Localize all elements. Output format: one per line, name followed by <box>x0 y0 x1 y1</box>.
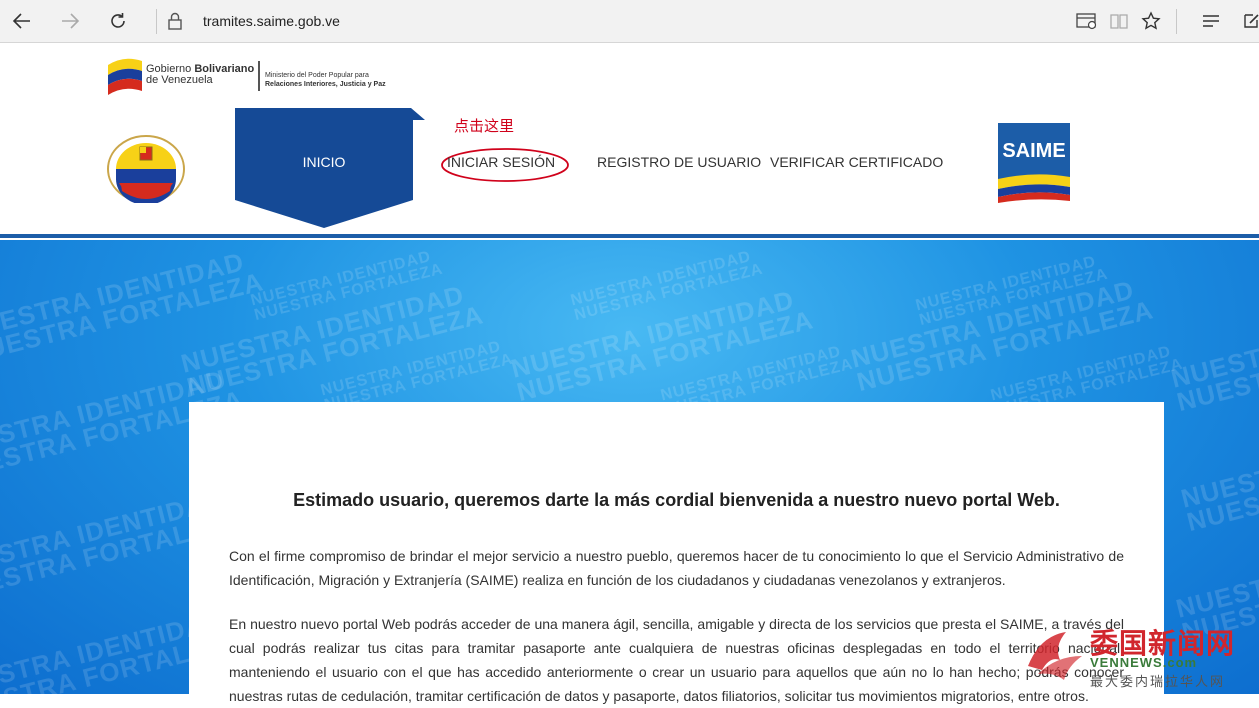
vennews-caption: 最大委内瑞拉华人网 <box>1090 674 1226 689</box>
welcome-card: Estimado usuario, queremos darte la más … <box>189 402 1164 704</box>
gov-name-line2: de Venezuela <box>146 74 213 86</box>
nav-verificar-certificado[interactable]: VERIFICAR CERTIFICADO <box>770 154 943 170</box>
header-divider-line <box>0 234 1259 239</box>
nav-inicio[interactable]: INICIO <box>235 154 413 170</box>
address-bar[interactable]: tramites.saime.gob.ve <box>203 13 340 29</box>
forward-arrow-icon[interactable] <box>55 6 85 36</box>
logo-divider <box>258 61 260 91</box>
favorite-star-icon[interactable] <box>1136 6 1166 36</box>
ministry-name: Ministerio del Poder Popular para Relaci… <box>265 71 386 89</box>
browser-toolbar: tramites.saime.gob.ve <box>0 0 1259 43</box>
government-logo[interactable]: Gobierno Bolivariano de Venezuela Minist… <box>106 55 416 99</box>
vennews-watermark: 委国新闻网 VENNEWS.com 最大委内瑞拉华人网 <box>1020 622 1259 694</box>
reading-list-icon[interactable] <box>1072 6 1102 36</box>
welcome-heading: Estimado usuario, queremos darte la más … <box>293 490 1060 510</box>
saime-logo-text: SAIME <box>1002 140 1066 162</box>
venezuela-flag-icon <box>108 58 142 95</box>
hub-menu-icon[interactable] <box>1196 6 1226 36</box>
url-text: tramites.saime.gob.ve <box>203 13 340 29</box>
ministry-seal <box>106 135 186 205</box>
toolbar-divider-2 <box>1176 9 1177 34</box>
saime-logo-icon <box>998 123 1070 203</box>
ministry-seal-icon <box>107 135 185 205</box>
toolbar-divider <box>156 9 157 34</box>
nav-registro-usuario[interactable]: REGISTRO DE USUARIO <box>597 154 761 170</box>
reading-view-icon[interactable] <box>1104 6 1134 36</box>
lock-icon[interactable] <box>160 6 190 36</box>
vennews-subtitle: VENNEWS.com <box>1090 655 1198 670</box>
hero-watermark: NUESTRA IDENTIDADNUESTRA FORTALEZA <box>1178 414 1259 537</box>
gov-name: Gobierno Bolivariano de Venezuela <box>146 64 254 86</box>
hero-watermark: NUESTRA IDENTIDADNUESTRA FORTALEZA <box>1168 294 1259 417</box>
refresh-icon[interactable] <box>103 6 133 36</box>
saime-logo[interactable] <box>998 123 1072 205</box>
ministry-line2: Relaciones Interiores, Justicia y Paz <box>265 81 386 88</box>
ministry-line1: Ministerio del Poder Popular para <box>265 72 369 79</box>
nav-iniciar-sesion[interactable]: INICIAR SESIÓN <box>447 154 555 170</box>
intro-paragraph: Con el firme compromiso de brindar el me… <box>229 548 1124 588</box>
click-here-annotation: 点击这里 <box>454 118 515 135</box>
web-note-icon[interactable] <box>1236 6 1259 36</box>
vennews-logo-icon <box>1028 632 1082 680</box>
back-arrow-icon[interactable] <box>7 6 37 36</box>
